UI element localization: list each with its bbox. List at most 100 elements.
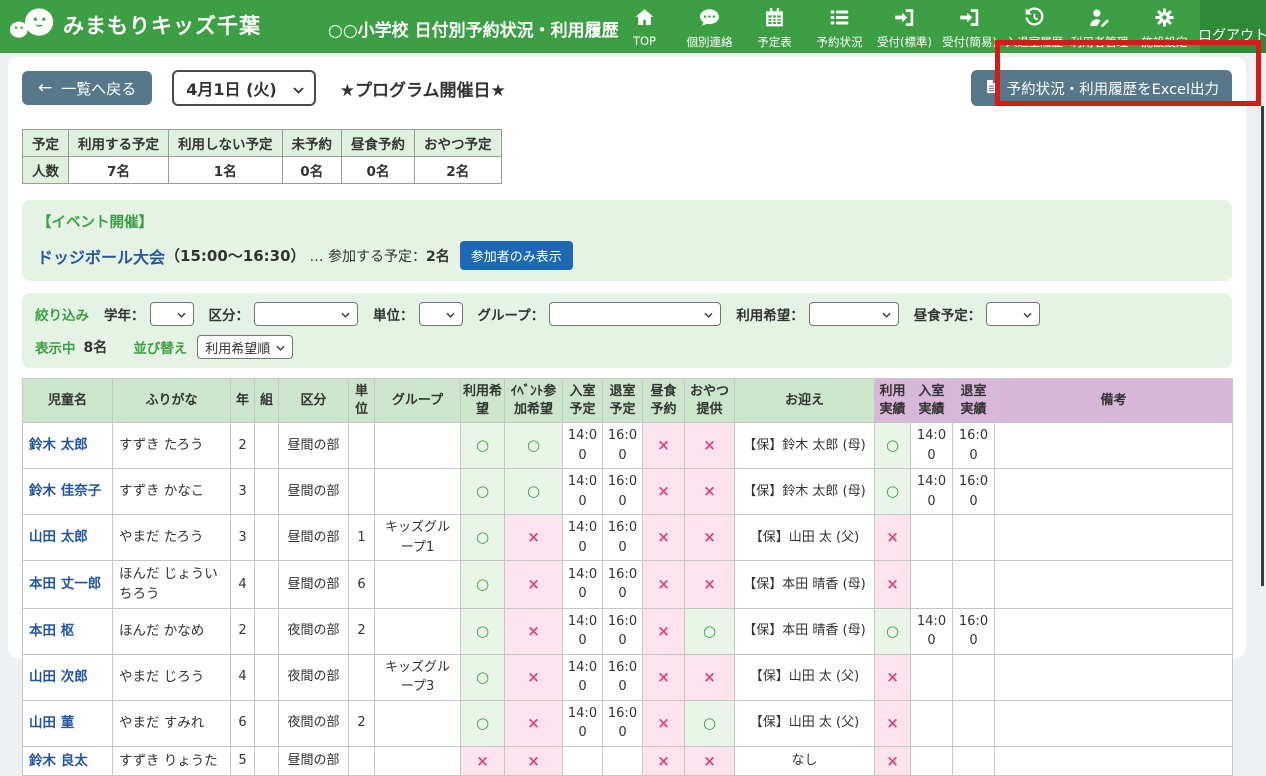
event-participants-label: … 参加する予定：	[310, 246, 426, 266]
mascot-icon	[8, 7, 57, 43]
brand-name: みまもりキッズ千葉	[63, 10, 261, 40]
student-name-link[interactable]: 鈴木 佳奈子	[29, 483, 101, 499]
cell-unit: 2	[349, 608, 375, 654]
table-row: 鈴木 太郎すずき たろう2昼間の部○○14:0016:00××【保】鈴木 太郎 …	[23, 423, 1233, 469]
cell-kana: やまだ たろう	[113, 515, 231, 561]
cell-in_plan: 14:00	[563, 515, 603, 561]
cell-out_plan: 16:00	[603, 515, 643, 561]
column-header-2: 年	[231, 379, 255, 423]
cell-name: 鈴木 太郎	[23, 423, 113, 469]
student-name-link[interactable]: 本田 丈一郎	[29, 576, 101, 592]
cell-kana: すずき りょうた	[113, 746, 231, 776]
window-edge-scrollbar[interactable]	[1261, 106, 1264, 586]
nav-item-3[interactable]: 予約状況	[807, 0, 872, 53]
chevron-down-icon	[704, 307, 713, 322]
cell-group: キッズグループ3	[375, 654, 461, 700]
nav-item-0[interactable]: TOP	[612, 0, 677, 53]
cell-event: ×	[505, 608, 563, 654]
filter-field-4: 利用希望：	[736, 302, 899, 326]
cell-grade: 4	[231, 654, 255, 700]
filter-select-0[interactable]	[150, 302, 194, 326]
excel-export-button[interactable]: 予約状況・利用履歴をExcel出力	[971, 70, 1232, 106]
cell-pickup: 【保】山田 太 (父)	[735, 515, 875, 561]
cell-out_plan: 16:00	[603, 654, 643, 700]
nav-item-label: 受付(標準)	[877, 34, 932, 50]
cell-in_plan: 14:00	[563, 654, 603, 700]
filter-field-2: 単位：	[373, 302, 463, 326]
roster-table: 児童名ふりがな年組区分単位グループ利用希望ｲﾍﾞﾝﾄ参加希望入室予定退室予定昼食…	[22, 378, 1233, 776]
student-name-link[interactable]: 山田 次郎	[29, 669, 88, 685]
filter-field-label: 区分：	[209, 304, 250, 324]
nav-item-4[interactable]: 受付(標準)	[872, 0, 937, 53]
summary-table: 予定利用する予定利用しない予定未予約昼食予約おやつ予定人数7名1名0名0名2名	[22, 129, 502, 184]
column-header-6: グループ	[375, 379, 461, 423]
cell-pickup: 【保】本田 晴香 (母)	[735, 608, 875, 654]
brand-logo[interactable]: みまもりキッズ千葉	[8, 7, 261, 43]
summary-row-header: 予定	[23, 130, 69, 157]
filter-select-3[interactable]	[549, 302, 721, 326]
date-select[interactable]: 4月1日 (火)	[172, 70, 315, 106]
student-name-link[interactable]: 鈴木 太郎	[29, 437, 88, 453]
cell-class	[255, 654, 279, 700]
cell-name: 鈴木 良太	[23, 746, 113, 776]
filter-select-5[interactable]	[986, 302, 1040, 326]
summary-value-cell: 7名	[69, 157, 169, 184]
summary-value-cell: 0名	[282, 157, 342, 184]
nav-item-8[interactable]: 施設設定	[1132, 0, 1197, 53]
back-to-list-button[interactable]: ← 一覧へ戻る	[22, 71, 152, 105]
cell-group	[375, 469, 461, 515]
nav-item-6[interactable]: 入退室履歴	[1002, 0, 1067, 53]
cell-out_plan: 16:00	[603, 561, 643, 609]
nav-item-label: 利用者管理	[1071, 34, 1129, 50]
cell-out_plan: 16:00	[603, 608, 643, 654]
filter-field-5: 昼食予定：	[914, 302, 1041, 326]
filter-field-label: 利用希望：	[736, 304, 804, 324]
cell-actual: ○	[875, 469, 911, 515]
cell-unit	[349, 746, 375, 776]
filter-select-2[interactable]	[419, 302, 463, 326]
cell-pickup: 【保】本田 晴香 (母)	[735, 561, 875, 609]
cell-kana: ほんだ じょういちろう	[113, 561, 231, 609]
cell-name: 本田 枢	[23, 608, 113, 654]
nav-item-2[interactable]: 予定表	[742, 0, 807, 53]
document-icon	[984, 79, 999, 98]
cell-in_plan: 14:00	[563, 561, 603, 609]
student-name-link[interactable]: 山田 太郎	[29, 529, 88, 545]
cell-in_actual	[911, 561, 953, 609]
cell-actual: ×	[875, 746, 911, 776]
cell-snack: ○	[685, 608, 735, 654]
logout-button[interactable]: ログアウト	[1200, 0, 1266, 53]
showing-count: 8名	[84, 337, 108, 357]
gear-icon	[1154, 7, 1175, 32]
cell-unit	[349, 423, 375, 469]
table-row: 鈴木 佳奈子すずき かなこ3昼間の部○○14:0016:00××【保】鈴木 太郎…	[23, 469, 1233, 515]
column-header-8: ｲﾍﾞﾝﾄ参加希望	[505, 379, 563, 423]
nav-item-1[interactable]: 個別連絡	[677, 0, 742, 53]
column-header-3: 組	[255, 379, 279, 423]
cell-actual: ○	[875, 608, 911, 654]
back-button-label: 一覧へ戻る	[61, 78, 136, 99]
cell-category: 夜間の部	[279, 654, 349, 700]
cell-class	[255, 423, 279, 469]
show-participants-button[interactable]: 参加者のみ表示	[460, 241, 573, 270]
nav-item-7[interactable]: 利用者管理	[1067, 0, 1132, 53]
filter-panel: 絞り込み 学年：区分：単位：グループ：利用希望：昼食予定： 表示中 8名 並び替…	[22, 293, 1232, 368]
cell-snack: ×	[685, 423, 735, 469]
cell-actual: ○	[875, 423, 911, 469]
showing-label: 表示中	[35, 337, 76, 357]
cell-in_plan	[563, 746, 603, 776]
cell-lunch: ×	[643, 423, 685, 469]
signin-icon	[959, 7, 980, 32]
student-name-link[interactable]: 鈴木 良太	[29, 753, 88, 769]
nav-item-5[interactable]: 受付(簡易)	[937, 0, 1002, 53]
student-name-link[interactable]: 山田 菫	[29, 715, 74, 731]
cell-wish: ○	[461, 654, 505, 700]
student-name-link[interactable]: 本田 枢	[29, 623, 74, 639]
cell-grade: 4	[231, 561, 255, 609]
sort-select[interactable]: 利用希望順	[197, 335, 293, 359]
filter-select-4[interactable]	[809, 302, 899, 326]
cell-class	[255, 515, 279, 561]
filter-select-1[interactable]	[254, 302, 358, 326]
program-day-subtitle: ★プログラム開催日★	[340, 76, 506, 101]
table-row: 本田 丈一郎ほんだ じょういちろう4昼間の部6○×14:0016:00××【保】…	[23, 561, 1233, 609]
